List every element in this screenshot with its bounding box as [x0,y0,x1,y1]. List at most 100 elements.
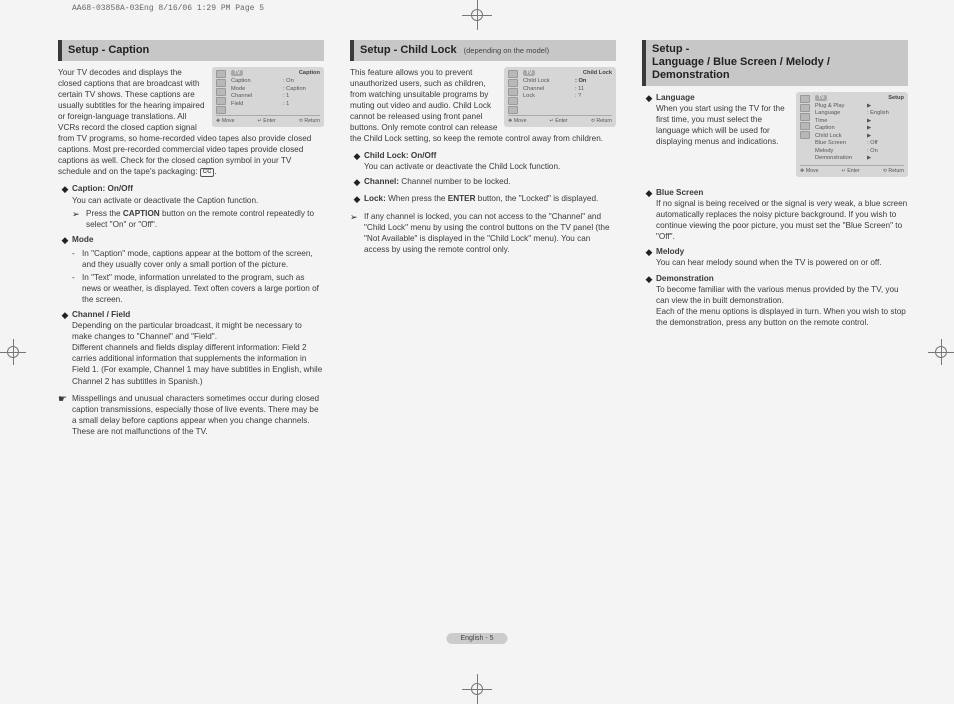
osd-caption: TV Caption Caption: On Mode: Caption Cha… [212,67,324,127]
item-body: You can activate or deactivate the Capti… [72,196,258,205]
osd-row-value: : On [867,148,878,155]
bullet-mode: ◆ Mode [58,234,324,246]
bullet-blue-screen: ◆ Blue Screen If no signal is being rece… [642,187,908,242]
item-body-pre: When press the [386,194,448,203]
osd-nav-move: ✥ Move [216,118,235,125]
page-footer: English - 5 [446,633,507,644]
section-title-language: Setup - Language / Blue Screen / Melody … [642,40,908,86]
osd-row-value: ▶ [867,125,871,132]
osd-row-label: Child Lock [815,133,867,140]
sub-arrow-caption-button: ➢ Press the CAPTION button on the remote… [72,208,324,230]
item-label: Mode [72,235,93,244]
osd-row-label: Channel [231,93,283,100]
bullet-childlock-lock: ◆ Lock: When press the ENTER button, the… [350,193,616,205]
osd-row-value: ▶ [867,103,871,110]
osd-row-label: Melody [815,148,867,155]
osd-row-value: : Off [867,140,878,147]
item-body: Channel number to be locked. [399,177,511,186]
osd-row-label: Demonstration [815,155,867,162]
osd-title: Child Lock [583,70,612,77]
intro-tail: . [214,167,216,176]
print-header: AA68-03858A-03Eng 8/16/06 1:29 PM Page 5 [72,4,264,13]
osd-nav-return: ⟲ Return [883,168,904,175]
bullet-childlock-channel: ◆ Channel: Channel number to be locked. [350,176,616,188]
crop-mark-right [932,343,950,361]
osd-icon-column [800,95,812,140]
bullet-demonstration: ◆ Demonstration To become familiar with … [642,273,908,328]
item-label: Child Lock: On/Off [364,151,436,160]
section-title-child-lock: Setup - Child Lock (depending on the mod… [350,40,616,61]
osd-nav-return: ⟲ Return [591,118,612,125]
osd-row-label: Child Lock [523,78,575,85]
item-body-extra: Each of the menu options is displayed in… [656,307,906,327]
bullet-childlock-onoff: ◆ Child Lock: On/Off You can activate or… [350,150,616,172]
title-subtext: (depending on the model) [464,46,549,55]
diamond-bullet-icon: ◆ [58,309,72,386]
osd-row-label: Channel [523,86,575,93]
title-line2: Language / Blue Screen / Melody / Demons… [652,56,830,81]
dash-icon: - [72,248,82,270]
osd-row-label: Time [815,118,867,125]
diamond-bullet-icon: ◆ [350,150,364,172]
bullet-melody: ◆ Melody You can hear melody sound when … [642,246,908,268]
diamond-bullet-icon: ◆ [350,176,364,188]
crop-mark-bottom [468,680,486,698]
osd-child-lock: TV Child Lock Child Lock: On Channel: 11… [504,67,616,127]
note-text: If any channel is locked, you can not ac… [364,211,616,255]
osd-row-value: ▶ [867,133,871,140]
item-body: You can hear melody sound when the TV is… [656,258,882,267]
osd-icon-column [216,70,228,115]
diamond-bullet-icon: ◆ [642,246,656,268]
osd-nav-move: ✥ Move [800,168,819,175]
item-label: Channel / Field [72,310,130,319]
osd-nav-move: ✥ Move [508,118,527,125]
osd-nav-enter: ↵ Enter [841,168,859,175]
osd-tv-badge: TV [523,70,535,77]
osd-row-label: Caption [231,78,283,85]
dash-caption-mode: - In "Caption" mode, captions appear at … [72,248,324,270]
item-label: Blue Screen [656,188,703,197]
diamond-bullet-icon: ◆ [642,92,656,147]
osd-row-label: Plug & Play [815,103,867,110]
sub-text: In "Caption" mode, captions appear at th… [82,248,324,270]
crop-mark-top [468,6,486,24]
item-body: To become familiar with the various menu… [656,285,899,305]
bullet-caption-onoff: ◆ Caption: On/Off You can activate or de… [58,183,324,205]
osd-nav-enter: ↵ Enter [257,118,275,125]
column-child-lock: Setup - Child Lock (depending on the mod… [350,40,616,437]
osd-row-label: Mode [231,86,283,93]
section-title-caption: Setup - Caption [58,40,324,61]
osd-row-label: Lock [523,93,575,100]
osd-setup: TV Setup Plug & Play▶ Language: English … [796,92,908,178]
item-bold: ENTER [448,194,476,203]
osd-row-value: ▶ [867,118,871,125]
osd-row-value: : 11 [575,86,584,93]
item-body: If no signal is being received or the si… [656,199,907,241]
arrow-note-childlock: ➢ If any channel is locked, you can not … [350,211,616,255]
item-label: Caption: On/Off [72,184,133,193]
osd-nav-return: ⟲ Return [299,118,320,125]
diamond-bullet-icon: ◆ [350,193,364,205]
item-body-tail: button, the "Locked" is displayed. [475,194,598,203]
note-text: Misspellings and unusual characters some… [72,393,324,437]
crop-mark-left [4,343,22,361]
title-text: Setup - Child Lock [360,44,457,56]
osd-nav-enter: ↵ Enter [549,118,567,125]
osd-title: Setup [888,95,904,102]
sub-text: Press the [86,209,123,218]
osd-row-label: Language [815,110,867,117]
item-label: Language [656,93,695,102]
item-body: When you start using the TV for the firs… [656,104,785,146]
item-body: Depending on the particular broadcast, i… [72,321,302,341]
osd-row-value: : On [575,78,586,85]
osd-row-value: : English [867,110,889,117]
diamond-bullet-icon: ◆ [642,187,656,242]
item-label: Demonstration [656,274,714,283]
hand-icon: ☛ [58,393,72,437]
osd-row-label: Caption [815,125,867,132]
osd-row-value: ▶ [867,155,871,162]
arrow-icon: ➢ [72,208,86,230]
cc-badge-icon: CC [200,168,215,177]
note-misspellings: ☛ Misspellings and unusual characters so… [58,393,324,437]
arrow-icon: ➢ [350,211,364,255]
